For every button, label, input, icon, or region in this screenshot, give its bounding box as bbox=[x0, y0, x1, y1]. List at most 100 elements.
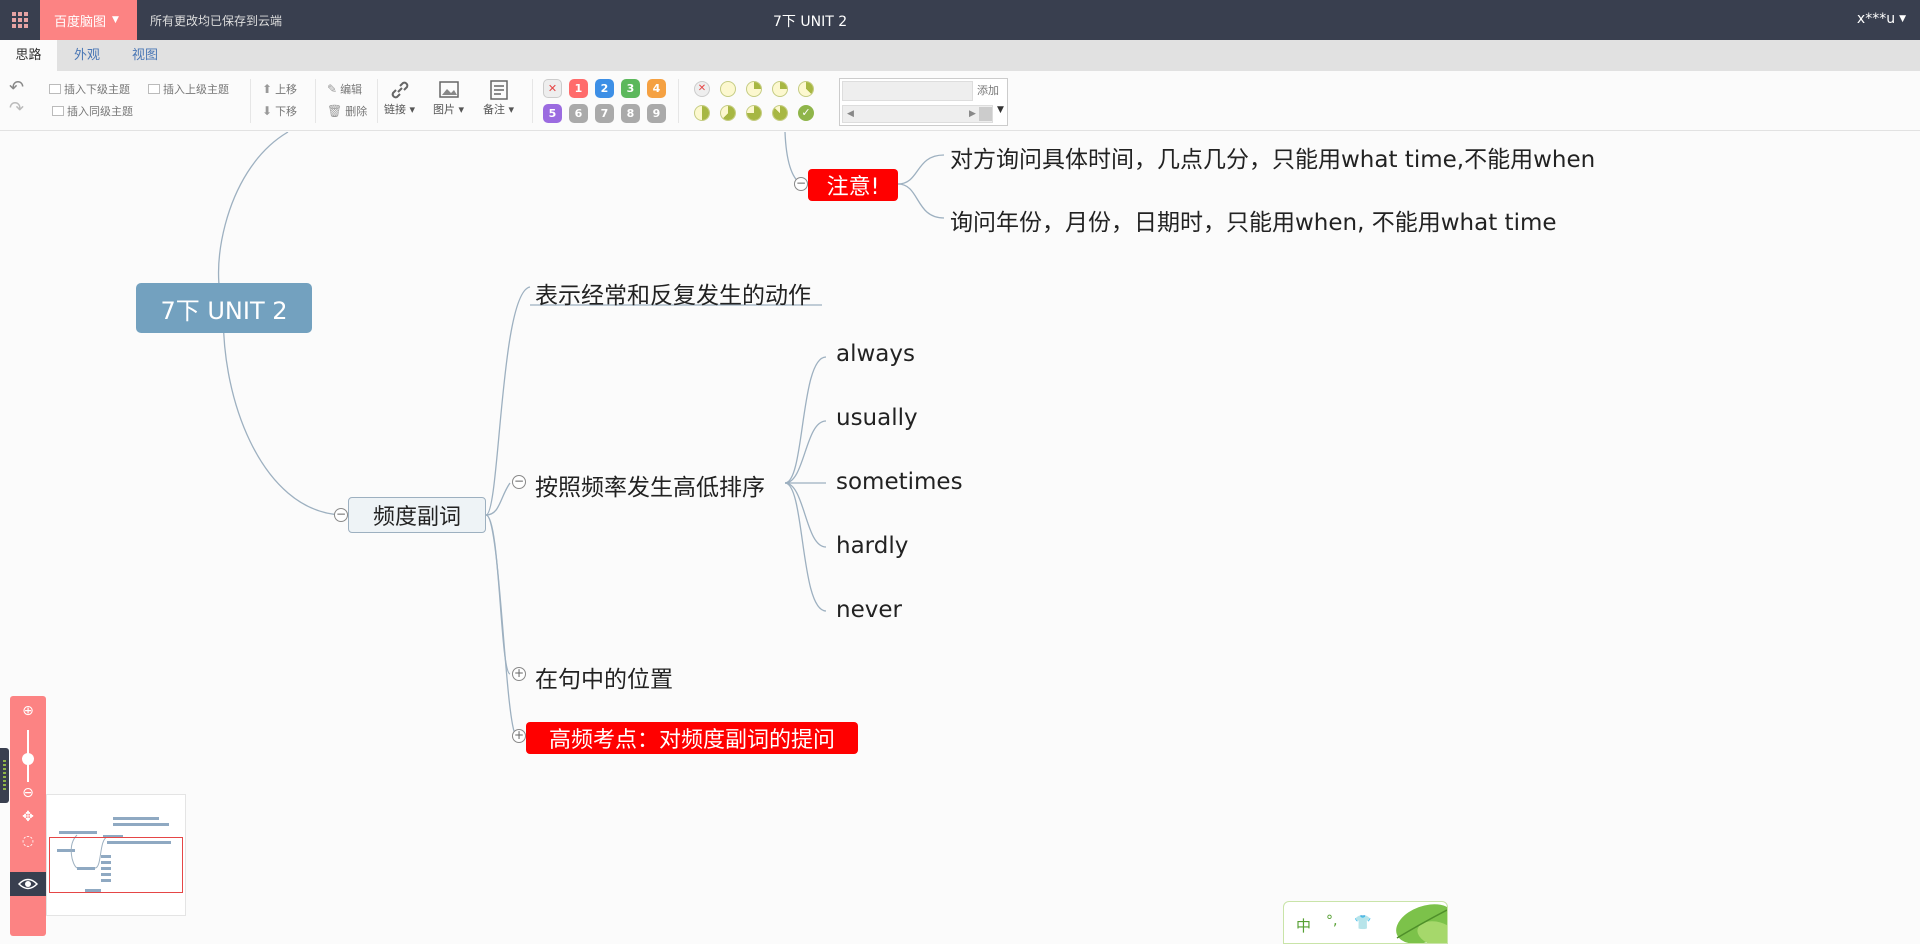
zoom-panel: ⊕ ⊖ ✥ ◌ bbox=[10, 696, 46, 936]
minimap-viewport[interactable] bbox=[49, 837, 183, 893]
edit-button[interactable]: ✎ 编辑 bbox=[327, 81, 362, 97]
scroll-right-icon[interactable]: ▶ bbox=[969, 109, 976, 119]
topic-adverb[interactable]: sometimes bbox=[836, 469, 963, 495]
leaf-icon bbox=[1396, 904, 1447, 943]
collapse-toggle-icon[interactable]: − bbox=[512, 475, 526, 489]
insert-child-label: 插入下级主题 bbox=[64, 83, 130, 96]
priority-1-button[interactable]: 1 bbox=[569, 79, 588, 98]
top-bar: 百度脑图 ▼ 所有更改均已保存到云端 7下 UNIT 2 x***u ▼ bbox=[0, 0, 1920, 40]
scroll-thumb[interactable] bbox=[979, 107, 992, 121]
resource-panel: 添加 ◀ ▶ ▼ bbox=[839, 78, 1008, 126]
topic-key-point[interactable]: 高频考点：对频度副词的提问 bbox=[526, 722, 858, 754]
resource-add-button[interactable]: 添加 bbox=[977, 82, 999, 98]
remove-progress-icon[interactable]: ✕ bbox=[694, 81, 710, 97]
tab-bar: 思路 外观 视图 bbox=[0, 40, 1920, 71]
priority-2-button[interactable]: 2 bbox=[595, 79, 614, 98]
resource-scrollbar[interactable]: ◀ ▶ bbox=[842, 105, 993, 123]
priority-5-button[interactable]: 5 bbox=[543, 104, 562, 123]
zoom-slider-handle[interactable] bbox=[22, 753, 34, 765]
topic-position[interactable]: 在句中的位置 bbox=[535, 660, 673, 694]
mindmap-canvas[interactable]: 7下 UNIT 2 − 频度副词 − 注意! 对方询问具体时间，几点几分，只能用… bbox=[0, 132, 1920, 944]
image-icon bbox=[438, 79, 460, 101]
progress-done-icon[interactable]: ✓ bbox=[798, 105, 814, 121]
image-button[interactable]: 图片 ▾ bbox=[433, 79, 464, 117]
progress-three-eighths-icon[interactable] bbox=[798, 81, 814, 97]
resource-dropdown-icon[interactable]: ▼ bbox=[997, 105, 1007, 123]
topic-note-child[interactable]: 询问年份，月份，日期时，只能用when, 不能用what time bbox=[950, 203, 1557, 237]
topic-adverb[interactable]: never bbox=[836, 597, 902, 623]
topic-adverb[interactable]: always bbox=[836, 341, 915, 367]
insert-parent-icon bbox=[148, 84, 160, 94]
topic-order[interactable]: 按照频率发生高低排序 bbox=[535, 468, 765, 502]
brand-menu-button[interactable]: 百度脑图 ▼ bbox=[40, 0, 137, 40]
link-label: 链接 bbox=[384, 103, 406, 116]
progress-seven-eighths-icon[interactable] bbox=[772, 105, 788, 121]
zoom-in-icon[interactable]: ⊕ bbox=[19, 702, 37, 720]
scroll-left-icon[interactable]: ◀ bbox=[847, 109, 854, 119]
user-menu[interactable]: x***u ▼ bbox=[1857, 11, 1906, 27]
priority-7-button[interactable]: 7 bbox=[595, 104, 614, 123]
insert-sibling-label: 插入同级主题 bbox=[67, 105, 133, 118]
topic-adverb[interactable]: hardly bbox=[836, 533, 908, 559]
chevron-down-icon: ▼ bbox=[1899, 14, 1906, 24]
topic-note-child[interactable]: 对方询问具体时间，几点几分，只能用what time,不能用when bbox=[950, 140, 1595, 174]
collapse-toggle-icon[interactable]: − bbox=[334, 508, 348, 522]
undo-icon[interactable]: ↶ bbox=[9, 77, 24, 98]
user-name: x***u bbox=[1856, 11, 1896, 27]
insert-sibling-button[interactable]: 插入同级主题 bbox=[52, 103, 133, 119]
topic-frequency-adverbs[interactable]: 频度副词 bbox=[348, 497, 486, 533]
ime-toolbar[interactable]: 中 °, 👕 bbox=[1283, 901, 1448, 944]
pencil-icon: ✎ bbox=[327, 82, 338, 96]
insert-child-button[interactable]: 插入下级主题 bbox=[49, 81, 130, 97]
priority-9-button[interactable]: 9 bbox=[647, 104, 666, 123]
app-grid-icon[interactable] bbox=[0, 0, 40, 40]
document-title[interactable]: 7下 UNIT 2 bbox=[773, 11, 847, 31]
tab-idea[interactable]: 思路 bbox=[0, 40, 57, 71]
priority-3-button[interactable]: 3 bbox=[621, 79, 640, 98]
zoom-out-icon[interactable]: ⊖ bbox=[19, 784, 37, 802]
progress-quarter-icon[interactable] bbox=[746, 81, 762, 97]
toolbar: ↶ ↷ 插入下级主题 插入上级主题 插入同级主题 ⬆ 上移 ⬇ 下移 ✎ 编辑 … bbox=[0, 71, 1920, 131]
minimap[interactable] bbox=[46, 794, 186, 916]
move-down-button[interactable]: ⬇ 下移 bbox=[262, 103, 297, 119]
toolbar-divider bbox=[678, 79, 679, 123]
root-topic[interactable]: 7下 UNIT 2 bbox=[136, 283, 312, 333]
expand-toggle-icon[interactable]: + bbox=[512, 729, 526, 743]
remove-priority-icon[interactable]: ✕ bbox=[543, 79, 562, 98]
eye-icon[interactable] bbox=[10, 872, 46, 896]
topic-meaning[interactable]: 表示经常和反复发生的动作 bbox=[535, 276, 811, 310]
toolbar-divider bbox=[315, 79, 316, 123]
progress-five-eighths-icon[interactable] bbox=[720, 105, 736, 121]
tab-appearance[interactable]: 外观 bbox=[62, 40, 112, 71]
priority-8-button[interactable]: 8 bbox=[621, 104, 640, 123]
locate-root-icon[interactable]: ◌ bbox=[19, 832, 37, 850]
redo-icon[interactable]: ↷ bbox=[9, 98, 24, 119]
insert-child-icon bbox=[49, 84, 61, 94]
ime-punctuation[interactable]: °, bbox=[1326, 913, 1337, 929]
progress-three-quarter-icon[interactable] bbox=[746, 105, 762, 121]
expand-toggle-icon[interactable]: + bbox=[512, 667, 526, 681]
collapse-toggle-icon[interactable]: − bbox=[794, 177, 808, 191]
priority-4-button[interactable]: 4 bbox=[647, 79, 666, 98]
image-label: 图片 bbox=[433, 103, 455, 116]
topic-note[interactable]: 注意! bbox=[808, 169, 898, 201]
note-button[interactable]: 备注 ▾ bbox=[483, 79, 514, 117]
insert-parent-button[interactable]: 插入上级主题 bbox=[148, 81, 229, 97]
trash-icon: 🗑 bbox=[327, 104, 343, 118]
move-up-button[interactable]: ⬆ 上移 bbox=[262, 81, 297, 97]
ime-mode[interactable]: 中 bbox=[1296, 915, 1311, 936]
tab-view[interactable]: 视图 bbox=[120, 40, 170, 71]
ime-skin-icon[interactable]: 👕 bbox=[1354, 915, 1371, 931]
progress-half-icon[interactable] bbox=[694, 105, 710, 121]
delete-button[interactable]: 🗑 删除 bbox=[327, 103, 367, 119]
move-icon[interactable]: ✥ bbox=[19, 808, 37, 826]
progress-0-icon[interactable] bbox=[720, 81, 736, 97]
priority-6-button[interactable]: 6 bbox=[569, 104, 588, 123]
link-button[interactable]: 链接 ▾ bbox=[384, 79, 415, 117]
side-panel-handle[interactable] bbox=[0, 748, 9, 803]
topic-adverb[interactable]: usually bbox=[836, 405, 918, 431]
progress-quarter-alt-icon[interactable] bbox=[772, 81, 788, 97]
resource-input[interactable] bbox=[842, 81, 973, 101]
insert-parent-label: 插入上级主题 bbox=[163, 83, 229, 96]
connector-lines bbox=[217, 132, 945, 737]
